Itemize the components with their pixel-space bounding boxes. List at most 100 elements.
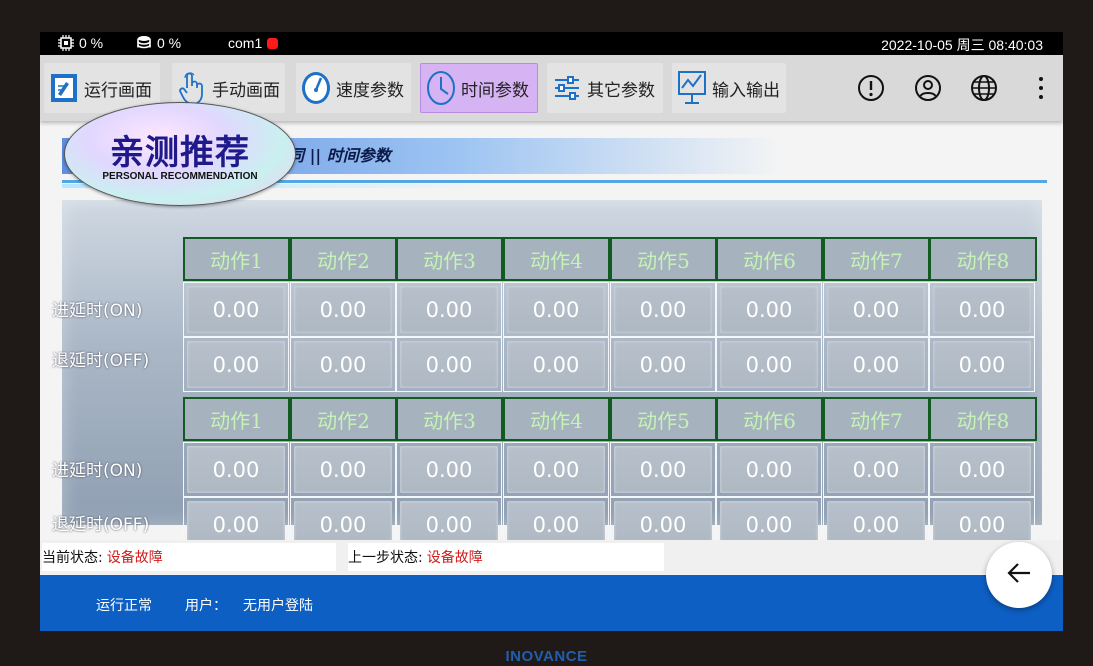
column-header: 动作4 bbox=[503, 397, 610, 441]
delay-value-field[interactable]: 0.00 bbox=[610, 337, 716, 392]
column-header: 动作5 bbox=[610, 237, 717, 281]
user-icon[interactable] bbox=[913, 73, 943, 103]
nav-other-params[interactable]: 其它参数 bbox=[547, 63, 663, 113]
delay-value: 0.00 bbox=[187, 286, 285, 333]
delay-value: 0.00 bbox=[187, 341, 285, 388]
nav-time-params[interactable]: 时间参数 bbox=[420, 63, 538, 113]
delay-value-field[interactable]: 0.00 bbox=[183, 337, 289, 392]
recommendation-stamp: 亲测推荐 PERSONAL RECOMMENDATION bbox=[64, 102, 296, 206]
row-label: 退延时(OFF) bbox=[52, 515, 150, 535]
more-vertical-icon[interactable] bbox=[1026, 73, 1056, 103]
nav-label: 其它参数 bbox=[587, 80, 655, 101]
row-label: 退延时(OFF) bbox=[52, 351, 150, 371]
column-header: 动作4 bbox=[503, 237, 610, 281]
port-name: com1 bbox=[228, 35, 263, 51]
delay-value-field[interactable]: 0.00 bbox=[503, 282, 609, 337]
delay-value: 0.00 bbox=[720, 341, 818, 388]
delay-value-field[interactable]: 0.00 bbox=[929, 337, 1035, 392]
delay-value-field[interactable]: 0.00 bbox=[290, 282, 396, 337]
delay-value-field[interactable]: 0.00 bbox=[290, 337, 396, 392]
sliders-icon bbox=[551, 70, 583, 106]
nav-speed-params[interactable]: 速度参数 bbox=[296, 63, 411, 113]
user-label: 用户： bbox=[185, 598, 227, 614]
delay-value-field[interactable]: 0.00 bbox=[503, 442, 609, 497]
delay-value-field[interactable]: 0.00 bbox=[183, 442, 289, 497]
back-button[interactable] bbox=[986, 542, 1052, 608]
delay-value-field[interactable]: 0.00 bbox=[929, 442, 1035, 497]
run-status: 运行正常 bbox=[96, 598, 152, 614]
previous-state-label: 上一步状态: bbox=[348, 550, 423, 566]
user-value: 无用户登陆 bbox=[243, 598, 313, 614]
column-header: 动作3 bbox=[396, 397, 503, 441]
delay-value: 0.00 bbox=[400, 341, 498, 388]
delay-value: 0.00 bbox=[507, 341, 605, 388]
nav-io[interactable]: 输入输出 bbox=[672, 63, 786, 113]
back-arrow-icon bbox=[1006, 562, 1032, 588]
row-label: 进延时(ON) bbox=[52, 461, 143, 481]
hand-pointer-icon bbox=[176, 70, 208, 106]
column-header: 动作2 bbox=[290, 397, 397, 441]
column-header: 动作6 bbox=[716, 237, 823, 281]
delay-value-field[interactable]: 0.00 bbox=[610, 442, 716, 497]
storage-value: 0 % bbox=[157, 35, 182, 51]
column-header: 动作5 bbox=[610, 397, 717, 441]
previous-state-value: 设备故障 bbox=[426, 550, 483, 566]
column-header: 动作8 bbox=[929, 397, 1037, 441]
delay-value: 0.00 bbox=[294, 446, 392, 493]
delay-value-field[interactable]: 0.00 bbox=[610, 282, 716, 337]
delay-value-field[interactable]: 0.00 bbox=[396, 337, 502, 392]
datetime: 2022-10-05 周三 08:40:03 bbox=[881, 37, 1043, 53]
column-header: 动作7 bbox=[823, 397, 930, 441]
delay-value-field[interactable]: 0.00 bbox=[716, 442, 822, 497]
row-label: 进延时(ON) bbox=[52, 301, 143, 321]
nav-label: 时间参数 bbox=[461, 80, 529, 101]
delay-value-field[interactable]: 0.00 bbox=[183, 282, 289, 337]
column-header: 动作6 bbox=[716, 397, 823, 441]
nav-label: 速度参数 bbox=[336, 80, 404, 101]
delay-value-field[interactable]: 0.00 bbox=[396, 442, 502, 497]
cpu-icon bbox=[58, 35, 74, 51]
delay-value-field[interactable]: 0.00 bbox=[929, 282, 1035, 337]
delay-value: 0.00 bbox=[294, 286, 392, 333]
previous-state: 上一步状态: 设备故障 bbox=[348, 543, 664, 571]
column-header: 动作1 bbox=[183, 397, 290, 441]
status-bar: 0 % 0 % com1 2022-10-05 周三 08:40:03 bbox=[40, 32, 1063, 55]
port-indicator: com1 bbox=[228, 35, 279, 51]
delay-value-field[interactable]: 0.00 bbox=[823, 337, 929, 392]
delay-value: 0.00 bbox=[827, 446, 925, 493]
run-screen-icon bbox=[48, 70, 80, 106]
clock-icon bbox=[425, 70, 457, 106]
alert-icon[interactable] bbox=[856, 73, 886, 103]
column-header: 动作8 bbox=[929, 237, 1037, 281]
column-header: 动作3 bbox=[396, 237, 503, 281]
delay-value-field[interactable]: 0.00 bbox=[716, 282, 822, 337]
delay-value-field[interactable]: 0.00 bbox=[823, 442, 929, 497]
delay-value: 0.00 bbox=[933, 446, 1031, 493]
time-params-panel: 动作1 动作2 动作3 动作4 动作5 动作6 动作7 动作8 进延时(ON) 0.00 0.00 0… bbox=[52, 200, 1042, 552]
globe-icon[interactable] bbox=[969, 73, 999, 103]
cpu-indicator: 0 % bbox=[58, 35, 103, 51]
delay-value: 0.00 bbox=[827, 341, 925, 388]
delay-value-field[interactable]: 0.00 bbox=[290, 442, 396, 497]
stamp-title: 亲测推荐 bbox=[110, 133, 250, 173]
delay-value-field[interactable]: 0.00 bbox=[396, 282, 502, 337]
speed-gauge-icon bbox=[300, 70, 332, 106]
footer-bar: 运行正常 用户： 无用户登陆 bbox=[40, 575, 1063, 631]
nav-label: 运行画面 bbox=[84, 80, 152, 101]
current-state-label: 当前状态: bbox=[42, 550, 103, 566]
brand-logo: INOVANCE bbox=[505, 648, 588, 665]
delay-value: 0.00 bbox=[400, 286, 498, 333]
hmi-screen: 0 % 0 % com1 2022-10-05 周三 08:40:03 运行画面… bbox=[40, 32, 1063, 631]
delay-value-field[interactable]: 0.00 bbox=[716, 337, 822, 392]
column-header: 动作7 bbox=[823, 237, 930, 281]
delay-value-field[interactable]: 0.00 bbox=[823, 282, 929, 337]
delay-value: 0.00 bbox=[614, 286, 712, 333]
delay-value: 0.00 bbox=[933, 286, 1031, 333]
delay-value: 0.00 bbox=[933, 341, 1031, 388]
io-chart-icon bbox=[676, 70, 708, 106]
delay-value: 0.00 bbox=[400, 446, 498, 493]
delay-value: 0.00 bbox=[294, 341, 392, 388]
page-title: 同 || 时间参数 bbox=[288, 146, 391, 165]
delay-value-field[interactable]: 0.00 bbox=[503, 337, 609, 392]
state-bar: 当前状态: 设备故障 上一步状态: 设备故障 bbox=[40, 540, 1063, 574]
